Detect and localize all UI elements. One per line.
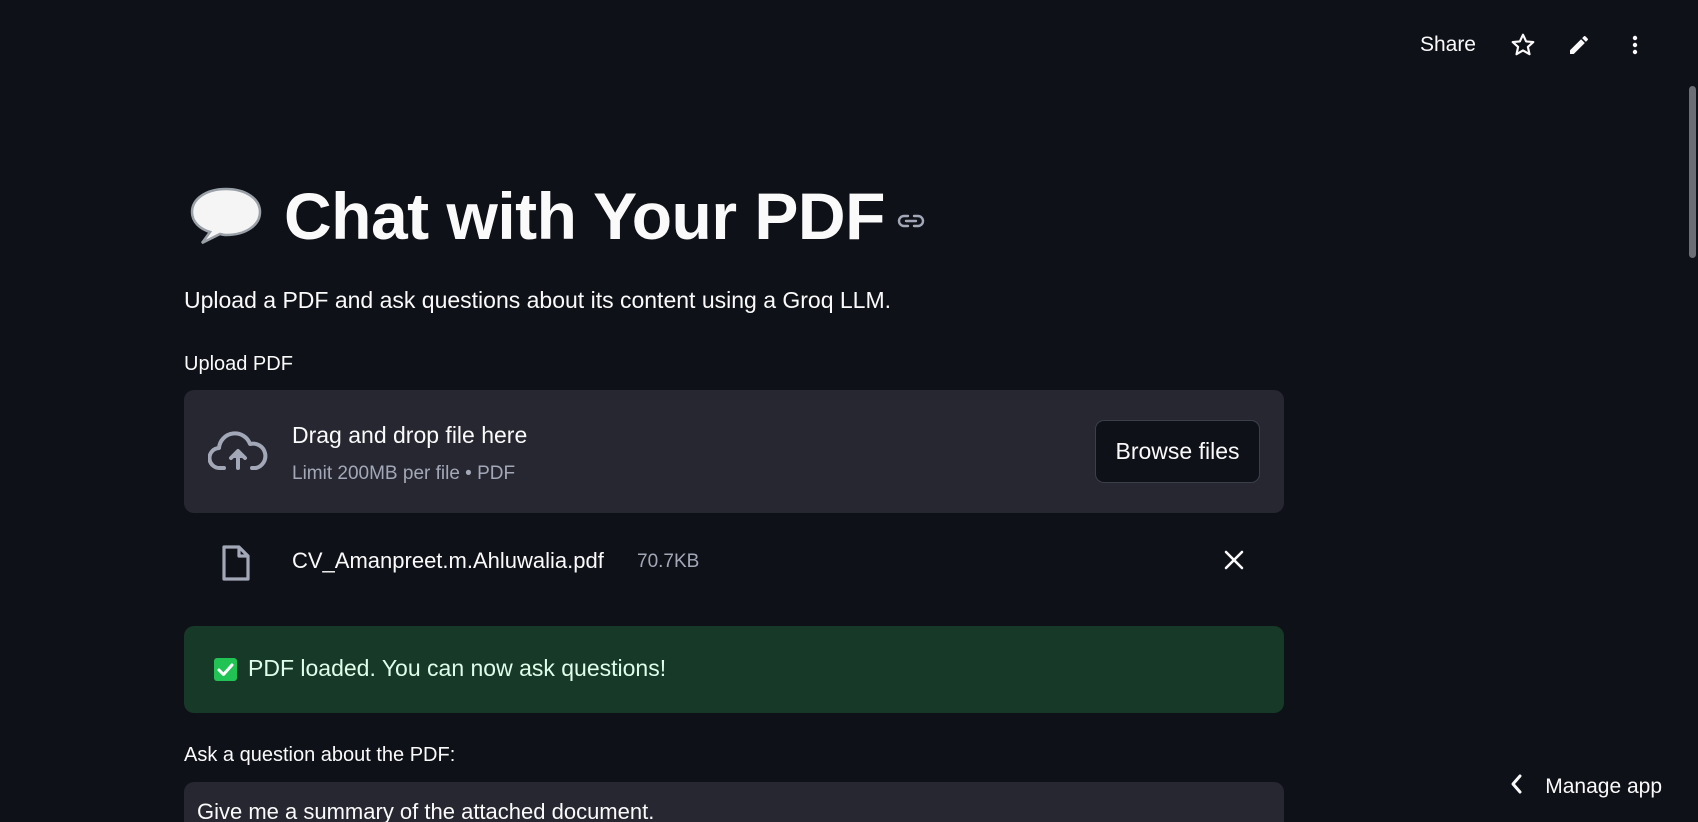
uploaded-file-name: CV_Amanpreet.m.Ahluwalia.pdf (292, 548, 604, 573)
question-input[interactable] (184, 782, 1284, 822)
uploaded-file-item: CV_Amanpreet.m.Ahluwalia.pdf 70.7KB (184, 540, 1284, 586)
app-window: Share Chat with Your PDF Upload a PDF an… (0, 0, 1698, 822)
cloud-upload-icon (207, 430, 268, 479)
file-icon (220, 543, 252, 588)
top-toolbar: Share (1420, 30, 1650, 60)
file-dropzone[interactable]: Drag and drop file here Limit 200MB per … (184, 390, 1284, 513)
close-icon[interactable] (1222, 548, 1246, 577)
check-box-icon (214, 658, 237, 681)
manage-app-button[interactable]: Manage app (1509, 773, 1662, 800)
page-subtitle: Upload a PDF and ask questions about its… (184, 287, 892, 313)
dropzone-limit-text: Limit 200MB per file • PDF (292, 463, 516, 484)
success-message: PDF loaded. You can now ask questions! (248, 655, 667, 681)
star-icon[interactable] (1508, 30, 1538, 60)
success-alert: PDF loaded. You can now ask questions! (184, 626, 1284, 713)
more-vertical-icon[interactable] (1620, 30, 1650, 60)
link-icon[interactable] (897, 212, 925, 235)
manage-app-label: Manage app (1545, 774, 1662, 798)
share-button[interactable]: Share (1420, 33, 1476, 57)
speech-balloon-icon (188, 185, 264, 247)
upload-pdf-label: Upload PDF (184, 353, 293, 375)
browse-files-button[interactable]: Browse files (1095, 420, 1260, 483)
uploaded-file-size: 70.7KB (637, 551, 700, 572)
scrollbar-thumb[interactable] (1689, 86, 1696, 258)
chevron-left-icon (1509, 773, 1525, 800)
page-title-row: Chat with Your PDF (188, 178, 925, 254)
pencil-icon[interactable] (1564, 30, 1594, 60)
dropzone-instruction: Drag and drop file here (292, 422, 528, 448)
question-label: Ask a question about the PDF: (184, 744, 456, 766)
page-title: Chat with Your PDF (284, 179, 885, 253)
scrollbar[interactable] (1686, 0, 1698, 822)
